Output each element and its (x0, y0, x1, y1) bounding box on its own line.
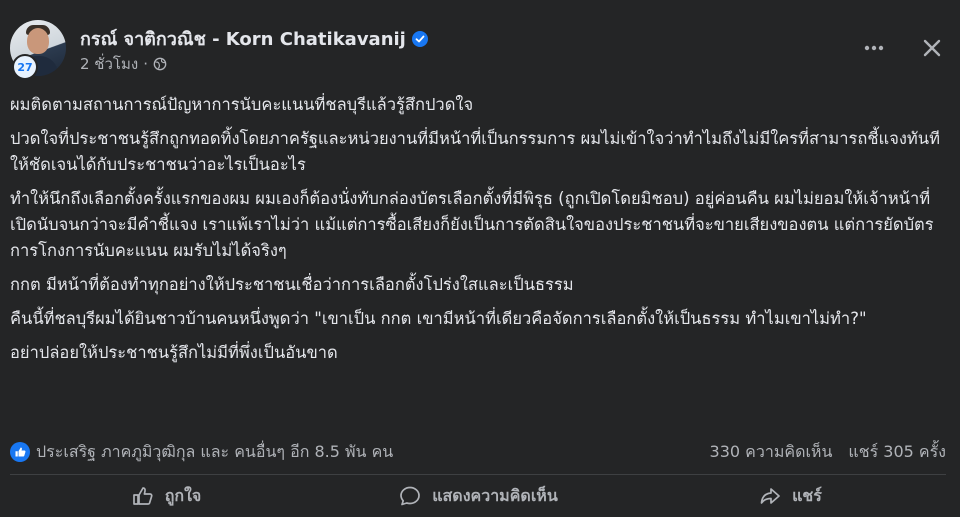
comments-count[interactable]: 330 ความคิดเห็น (710, 440, 833, 465)
engagement-counts: 330 ความคิดเห็น แชร์ 305 ครั้ง (710, 440, 946, 465)
comment-label: แสดงความคิดเห็น (432, 485, 558, 505)
post-paragraph: ผมติดตามสถานการณ์ปัญหาการนับคะแนนที่ชลบุ… (10, 95, 474, 114)
post-paragraph: กกต มีหน้าที่ต้องทำทุกอย่างให้ประชาชนเชื… (10, 275, 574, 294)
reactions-summary[interactable]: ประเสริฐ ภาคภูมิวุฒิกุล และ คนอื่นๆ อีก … (36, 440, 393, 465)
post-meta: 2 ชั่วโมง · (80, 52, 167, 76)
post-card: 27 กรณ์ จาติกวณิช - Korn Chatikavanij 2 … (0, 0, 960, 517)
share-button[interactable]: แชร์ (634, 478, 946, 514)
more-options-button[interactable] (856, 30, 892, 66)
thumbs-up-icon (132, 487, 153, 505)
share-label: แชร์ (792, 485, 822, 505)
verified-badge-icon (411, 30, 428, 47)
like-label: ถูกใจ (164, 485, 202, 505)
share-arrow-icon (760, 488, 780, 504)
like-button[interactable]: ถูกใจ (10, 478, 322, 514)
post-paragraph: คืนนี้ที่ชลบุรีผมได้ยินชาวบ้านคนหนึ่งพูด… (10, 309, 867, 328)
globe-icon (153, 57, 167, 71)
post-paragraph: ปวดใจที่ประชาชนรู้สึกถูกทอดทิ้งโดยภาครัฐ… (10, 129, 940, 174)
action-bar: ถูกใจ แสดงความคิดเห็น แชร์ (10, 478, 946, 514)
shares-count[interactable]: แชร์ 305 ครั้ง (848, 440, 946, 465)
like-reaction-icon (10, 442, 30, 462)
meta-separator: · (143, 55, 148, 73)
post-paragraph: อย่าปล่อยให้ประชาชนรู้สึกไม่มีที่พึ่งเป็… (10, 343, 338, 362)
divider (10, 474, 946, 475)
post-time[interactable]: 2 ชั่วโมง (80, 52, 138, 76)
post-body: ผมติดตามสถานการณ์ปัญหาการนับคะแนนที่ชลบุ… (10, 92, 950, 374)
comment-button[interactable]: แสดงความคิดเห็น (322, 478, 634, 514)
close-icon (923, 39, 941, 57)
comment-bubble-icon (400, 486, 421, 506)
author-name-row: กรณ์ จาติกวณิช - Korn Chatikavanij (80, 24, 428, 53)
close-button[interactable] (914, 30, 950, 66)
reactions-bar: ประเสริฐ ภาคภูมิวุฒิกุล และ คนอื่นๆ อีก … (10, 438, 946, 466)
more-icon (864, 45, 884, 51)
author-name[interactable]: กรณ์ จาติกวณิช - Korn Chatikavanij (80, 24, 406, 53)
avatar-badge: 27 (12, 54, 38, 80)
post-paragraph: ทำให้นึกถึงเลือกตั้งครั้งแรกของผม ผมเองก… (10, 189, 934, 260)
post-header: 27 กรณ์ จาติกวณิช - Korn Chatikavanij 2 … (10, 20, 950, 80)
